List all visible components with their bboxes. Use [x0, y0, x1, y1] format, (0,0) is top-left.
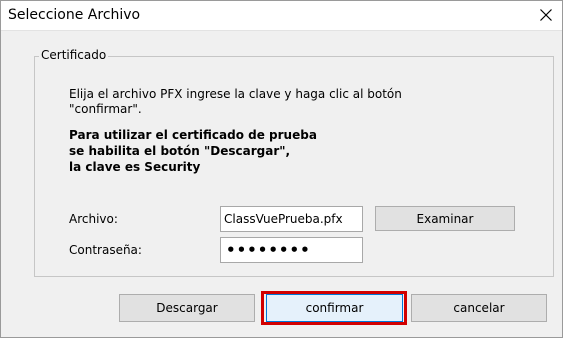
confirm-button[interactable]: confirmar — [266, 294, 403, 322]
download-button-label: Descargar — [156, 301, 218, 315]
note-line-2: se habilita el botón "Descargar", — [69, 144, 291, 158]
group-label: Certificado — [39, 48, 109, 62]
password-input[interactable]: •••••••• — [220, 237, 363, 263]
instructions-text: Elija el archivo PFX ingrese la clave y … — [69, 87, 509, 117]
close-icon — [540, 6, 552, 25]
cancel-button-label: cancelar — [453, 301, 505, 315]
browse-button[interactable]: Examinar — [375, 206, 515, 231]
test-certificate-note: Para utilizar el certificado de prueba s… — [69, 127, 509, 175]
password-label: Contraseña: — [69, 243, 142, 257]
file-path-input[interactable]: ClassVuePrueba.pfx — [220, 206, 363, 232]
instructions-line-2: "confirmar". — [69, 102, 142, 116]
note-line-1: Para utilizar el certificado de prueba — [69, 128, 317, 142]
browse-button-label: Examinar — [416, 211, 474, 226]
instructions-line-1: Elija el archivo PFX ingrese la clave y … — [69, 87, 402, 101]
password-mask: •••••••• — [226, 241, 311, 259]
file-label: Archivo: — [69, 212, 118, 226]
dialog-window: Seleccione Archivo Certificado Elija el … — [0, 0, 563, 338]
title-bar[interactable]: Seleccione Archivo — [1, 1, 562, 31]
window-title: Seleccione Archivo — [8, 7, 141, 23]
file-path-value: ClassVuePrueba.pfx — [224, 212, 343, 226]
note-line-3: la clave es Security — [69, 160, 201, 174]
close-button[interactable] — [532, 2, 560, 28]
cancel-button[interactable]: cancelar — [411, 294, 547, 322]
download-button[interactable]: Descargar — [119, 294, 255, 322]
confirm-button-label: confirmar — [305, 301, 364, 315]
